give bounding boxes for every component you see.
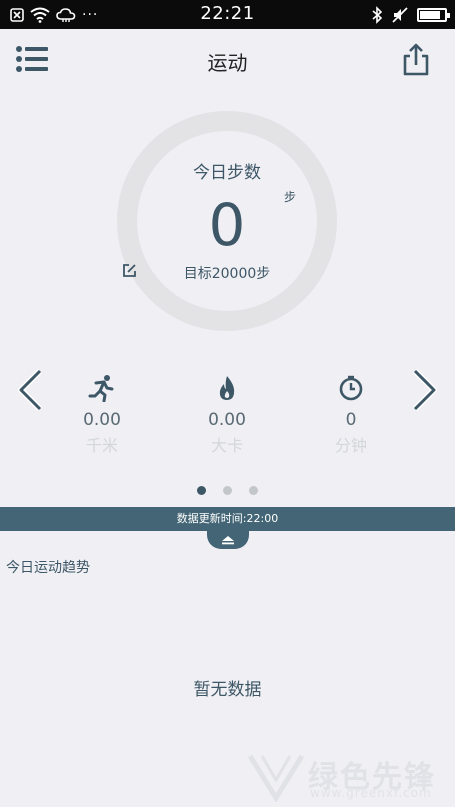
calories-unit: 大卡 — [210, 436, 243, 455]
bluetooth-icon — [372, 6, 383, 24]
data-update-bar: 数据更新时间:22:00 — [0, 507, 455, 531]
timer-icon — [339, 375, 363, 401]
share-icon[interactable] — [402, 42, 430, 76]
page-indicator — [0, 480, 455, 499]
step-progress-ring: 今日步数 步 0 目标20000步 — [116, 110, 338, 332]
collapse-toggle[interactable] — [207, 531, 249, 549]
flame-icon — [219, 376, 235, 400]
status-bar: ··· 22:21 — [0, 0, 455, 29]
duration-unit: 分钟 — [334, 436, 367, 455]
app-header: 运动 — [0, 29, 455, 89]
stat-distance: 0.00 千米 — [42, 374, 162, 456]
chevron-left-icon[interactable] — [15, 368, 45, 412]
step-goal-label: 目标20000步 — [183, 266, 271, 282]
chevron-right-icon[interactable] — [410, 368, 440, 412]
distance-value: 0.00 — [83, 410, 121, 430]
watermark-url: www.greenxf.com — [310, 786, 432, 800]
trend-section-title: 今日运动趋势 — [6, 560, 90, 576]
stat-duration: 0 分钟 — [291, 374, 411, 456]
page-dot[interactable] — [196, 486, 206, 495]
stats-panel: 0.00 千米 0.00 大卡 0 分钟 — [45, 374, 410, 464]
empty-state-text: 暂无数据 — [193, 680, 262, 700]
battery-icon — [417, 8, 450, 22]
distance-unit: 千米 — [85, 436, 118, 455]
status-right-icons — [371, 5, 450, 25]
calories-value: 0.00 — [208, 410, 246, 430]
page-title: 运动 — [207, 51, 248, 75]
edit-icon[interactable] — [122, 263, 137, 278]
page-dot[interactable] — [249, 486, 259, 495]
watermark-logo: 绿色先锋 www.greenxf.com — [248, 750, 455, 807]
stat-calories: 0.00 大卡 — [167, 374, 287, 456]
mute-icon — [392, 7, 408, 23]
eject-up-icon — [222, 536, 234, 545]
duration-value: 0 — [345, 410, 357, 430]
page-dot[interactable] — [223, 486, 232, 495]
watermark-v-icon — [248, 754, 304, 802]
step-goal[interactable]: 目标20000步 — [116, 263, 338, 283]
today-steps-label: 今日步数 — [193, 163, 261, 183]
step-count-value: 0 — [208, 191, 246, 259]
running-icon — [88, 375, 114, 402]
